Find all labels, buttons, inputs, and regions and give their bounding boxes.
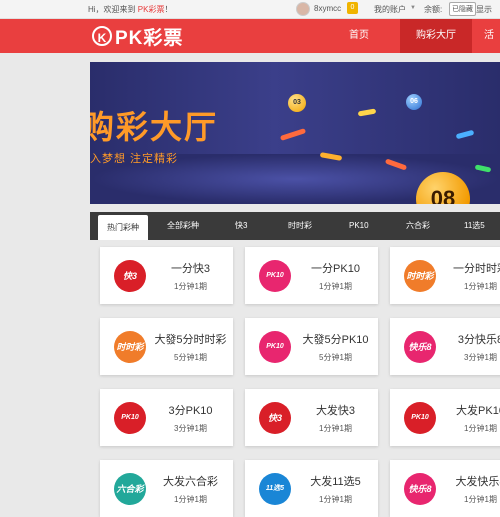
game-logo-icon: 快乐8 — [404, 331, 436, 363]
game-name: 一分时时彩 — [453, 263, 500, 275]
game-name: 大发11选5 — [310, 476, 361, 488]
game-logo-icon: PK10 — [404, 402, 436, 434]
nav-item-lottery-hall[interactable]: 购彩大厅 — [400, 19, 472, 53]
lottery-ball-icon: 03 — [288, 94, 306, 112]
game-logo-icon: PK10 — [114, 402, 146, 434]
top-bar: Hi，欢迎来到 PK彩票！ 8xymcc 0 我的账户 ▼ 余额: 已隐藏 显示 — [0, 0, 500, 19]
game-period: 1分钟1期 — [319, 282, 352, 291]
game-card[interactable]: 时时彩 大發5分时时彩 5分钟1期 — [100, 318, 233, 375]
balance-show-button[interactable]: 显示 — [476, 4, 492, 15]
game-period: 3分钟1期 — [174, 424, 207, 433]
greeting-suffix: ！ — [164, 5, 173, 14]
light-streak — [357, 108, 377, 117]
tab-11x5[interactable]: 11选5 — [464, 212, 485, 240]
tab-lhc[interactable]: 六合彩 — [406, 212, 430, 240]
game-name: 大发快3 — [315, 405, 356, 417]
game-card[interactable]: 11选5 大发11选5 1分钟1期 — [245, 460, 378, 517]
game-name: 一分快3 — [170, 263, 211, 275]
game-period: 5分钟1期 — [319, 353, 352, 362]
avatar[interactable] — [296, 2, 310, 16]
game-card[interactable]: 快3 大发快3 1分钟1期 — [245, 389, 378, 446]
promo-banner[interactable]: 购彩大厅 入梦想 注定精彩 03 06 08 — [90, 62, 500, 204]
game-name: 3分快乐8 — [457, 334, 500, 346]
game-card[interactable]: 快3 一分快3 1分钟1期 — [100, 247, 233, 304]
game-period: 1分钟1期 — [319, 424, 352, 433]
game-period: 3分钟1期 — [464, 353, 497, 362]
greeting-text: Hi，欢迎来到 — [88, 5, 138, 14]
tab-pk10[interactable]: PK10 — [349, 212, 369, 240]
greeting: Hi，欢迎来到 PK彩票！ — [88, 4, 172, 15]
tab-hot[interactable]: 热门彩种 — [98, 215, 148, 240]
game-name: 大發5分PK10 — [302, 334, 369, 346]
nav-item-home[interactable]: 首页 — [349, 19, 369, 53]
game-name: 大發5分时时彩 — [154, 334, 227, 346]
game-card[interactable]: PK10 3分PK10 3分钟1期 — [100, 389, 233, 446]
lottery-category-tabs: 热门彩种 全部彩种 快3 时时彩 PK10 六合彩 11选5 — [90, 212, 500, 240]
game-card[interactable]: PK10 一分PK10 1分钟1期 — [245, 247, 378, 304]
game-card[interactable]: 快乐8大发快乐81分钟1期 — [390, 460, 500, 517]
game-logo-icon: 快3 — [114, 260, 146, 292]
game-logo-icon: 时时彩 — [404, 260, 436, 292]
greeting-site-link[interactable]: PK彩票 — [138, 5, 165, 14]
message-badge[interactable]: 0 — [347, 2, 358, 14]
lottery-ball-icon: 06 — [406, 94, 422, 110]
game-logo-icon: 快3 — [259, 402, 291, 434]
game-card[interactable]: 时时彩 一分时时彩 1分钟1期 — [390, 247, 500, 304]
game-name: 一分PK10 — [311, 263, 360, 275]
game-logo-icon: 快乐8 — [404, 473, 436, 505]
chevron-down-icon[interactable]: ▼ — [410, 5, 416, 11]
nav-item-activities[interactable]: 活动 — [484, 19, 500, 75]
game-logo-icon: PK10 — [259, 331, 291, 363]
logo-icon: K — [92, 26, 112, 46]
game-period: 1分钟1期 — [464, 424, 497, 433]
game-card[interactable]: PK10 大發5分PK10 5分钟1期 — [245, 318, 378, 375]
username[interactable]: 8xymcc — [314, 4, 341, 13]
game-logo-icon: 时时彩 — [114, 331, 146, 363]
my-account-menu[interactable]: 我的账户 — [374, 4, 406, 15]
main-nav: K PK彩票 首页 购彩大厅 活动 — [0, 19, 500, 75]
tab-k3[interactable]: 快3 — [235, 212, 247, 240]
site-logo[interactable]: K PK彩票 — [92, 24, 184, 49]
game-period: 5分钟1期 — [174, 353, 207, 362]
banner-title: 购彩大厅 — [90, 109, 219, 145]
logo-text: PK彩票 — [115, 27, 184, 49]
game-card[interactable]: 快乐8 3分快乐8 3分钟1期 — [390, 318, 500, 375]
game-logo-icon: 11选5 — [259, 473, 291, 505]
balance-label: 余额: — [424, 5, 443, 14]
light-streak — [279, 128, 307, 141]
game-card[interactable]: 六合彩 大发六合彩 1分钟1期 — [100, 460, 233, 517]
tab-all[interactable]: 全部彩种 — [167, 212, 199, 240]
game-logo-icon: 六合彩 — [114, 473, 146, 505]
tab-ssc[interactable]: 时时彩 — [288, 212, 312, 240]
game-card[interactable]: PK10 大发PK10 1分钟1期 — [390, 389, 500, 446]
game-name: 大发PK10 — [456, 405, 500, 417]
game-period: 1分钟1期 — [174, 282, 207, 291]
balance-hidden-button[interactable]: 已隐藏 — [449, 2, 476, 16]
game-period: 1分钟1期 — [464, 282, 497, 291]
banner-slogan: 入梦想 注定精彩 — [90, 153, 179, 165]
game-name: 3分PK10 — [168, 405, 213, 417]
light-streak — [455, 129, 475, 140]
game-name: 大发六合彩 — [163, 476, 218, 488]
game-name: 大发快乐8 — [455, 476, 500, 488]
game-logo-icon: PK10 — [259, 260, 291, 292]
